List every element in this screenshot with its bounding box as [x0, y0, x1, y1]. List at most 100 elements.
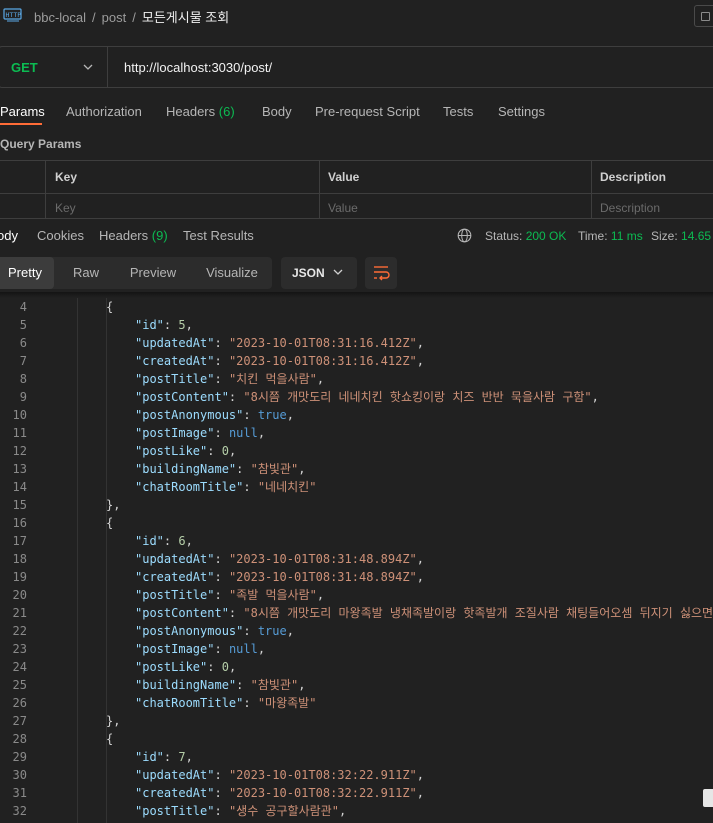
code-token: , [257, 642, 266, 656]
code-line: 30 "updatedAt": "2023-10-01T08:32:22.911Z… [0, 766, 713, 784]
view-visualize-button[interactable]: Visualize [194, 257, 270, 289]
line-number: 25 [12, 678, 27, 692]
url-bar: GET http://localhost:3030/post/ [0, 46, 713, 88]
svg-text:HTTP: HTTP [6, 11, 22, 19]
code-text: "postTitle": "족발 먹을사람", [135, 586, 324, 604]
breadcrumb-separator: / [132, 10, 136, 25]
breadcrumb-folder[interactable]: post [102, 10, 127, 25]
code-token: , [185, 750, 193, 764]
code-token: , [416, 768, 425, 782]
wrap-lines-icon [374, 266, 390, 281]
code-text: "createdAt": "2023-10-01T08:31:16.412Z", [135, 352, 424, 370]
chevron-down-icon[interactable] [83, 63, 93, 71]
response-tab-body[interactable]: ody [0, 228, 18, 243]
breadcrumb: bbc-local / post / 모든게시물 조회 [34, 7, 229, 26]
tab-settings[interactable]: Settings [498, 104, 545, 119]
method-select[interactable]: GET [11, 60, 38, 75]
code-text: "id": 6, [135, 532, 193, 550]
param-value-input[interactable]: Value [328, 201, 358, 215]
code-token: : [207, 660, 222, 674]
code-text: "updatedAt": "2023-10-01T08:31:48.894Z", [135, 550, 424, 568]
code-line: 21 "postContent": "8시쯤 개맛도리 마왕족발 냉채족발이랑 핫… [0, 604, 713, 622]
code-line: 14 "chatRoomTitle": "네네치킨" [0, 478, 713, 496]
wrap-lines-button[interactable] [365, 257, 397, 289]
code-line: 13 "buildingName": "참빛관", [0, 460, 713, 478]
code-token: "id" [135, 750, 164, 764]
code-token: "2023-10-01T08:31:16.412Z" [228, 354, 417, 368]
tab-authorization[interactable]: Authorization [66, 104, 142, 119]
param-description-input[interactable]: Description [600, 201, 660, 215]
code-token: "postLike" [135, 660, 208, 674]
line-number: 23 [12, 642, 27, 656]
code-token: , [228, 444, 237, 458]
response-time[interactable]: Time: 11 ms [578, 229, 643, 243]
code-token: : [236, 678, 251, 692]
code-token: : [214, 786, 229, 800]
response-tab-cookies[interactable]: Cookies [37, 228, 84, 243]
request-name[interactable]: 모든게시물 조회 [142, 10, 229, 25]
line-number: 26 [12, 696, 27, 710]
line-number: 19 [12, 570, 27, 584]
code-token: "id" [135, 534, 164, 548]
response-body-viewer[interactable]: 4{5 "id": 5, 6 "updatedAt": "2023-10-01T08:… [0, 298, 713, 823]
code-text: { [106, 298, 113, 316]
code-token: "chatRoomTitle" [135, 696, 244, 710]
code-token: : [243, 408, 258, 422]
view-preview-button[interactable]: Preview [118, 257, 188, 289]
code-token: null [228, 426, 258, 440]
view-mode-segmented: Pretty Raw Preview Visualize [0, 257, 272, 289]
code-line: 10 "postAnonymous": true, [0, 406, 713, 424]
format-select-label: JSON [292, 266, 325, 280]
code-text: "buildingName": "참빛관", [135, 676, 305, 694]
code-line: 28 { [0, 730, 713, 748]
code-line: 19 "createdAt": "2023-10-01T08:31:48.894Z… [0, 568, 713, 586]
row-divider [0, 193, 713, 194]
code-token: true [257, 408, 287, 422]
tab-body[interactable]: Body [262, 104, 292, 119]
breadcrumb-workspace[interactable]: bbc-local [34, 10, 86, 25]
code-token: : [214, 570, 229, 584]
line-number: 17 [12, 534, 27, 548]
code-token: null [228, 642, 258, 656]
code-token: , [228, 660, 237, 674]
response-tab-headers[interactable]: Headers (9) [99, 228, 168, 243]
code-token: "8시쯤 개맛도리 네네치킨 핫쇼킹이랑 치즈 반반 묵을사람 구함" [243, 390, 592, 404]
code-token: : [214, 768, 229, 782]
url-input[interactable]: http://localhost:3030/post/ [124, 60, 272, 75]
view-raw-button[interactable]: Raw [60, 257, 112, 289]
line-number: 30 [12, 768, 27, 782]
code-token: "postContent" [135, 390, 229, 404]
tab-headers[interactable]: Headers (6) [166, 104, 235, 119]
line-number: 18 [12, 552, 27, 566]
code-line: 23 "postImage": null, [0, 640, 713, 658]
view-pretty-button[interactable]: Pretty [0, 257, 54, 289]
format-select[interactable]: JSON [281, 257, 357, 289]
code-text: { [106, 514, 113, 532]
code-line: 20 "postTitle": "족발 먹을사람", [0, 586, 713, 604]
code-token: "postTitle" [135, 372, 215, 386]
tab-params[interactable]: Params [0, 104, 45, 119]
code-token: }, [106, 498, 121, 512]
code-line: 18 "updatedAt": "2023-10-01T08:31:48.894Z… [0, 550, 713, 568]
tab-pre-request-script[interactable]: Pre-request Script [315, 104, 420, 119]
code-token: : [243, 480, 258, 494]
code-token: : [243, 696, 258, 710]
code-token: : [207, 444, 222, 458]
tab-tests[interactable]: Tests [443, 104, 473, 119]
save-icon[interactable] [694, 5, 713, 27]
code-text: "buildingName": "참빛관", [135, 460, 305, 478]
response-tab-test-results[interactable]: Test Results [183, 228, 254, 243]
param-key-input[interactable]: Key [55, 201, 76, 215]
line-number: 9 [19, 390, 27, 404]
code-token: 5 [178, 318, 186, 332]
response-size[interactable]: Size: 14.65 K [651, 229, 713, 243]
code-token: : [214, 804, 229, 818]
code-token: { [106, 300, 114, 314]
code-token: { [106, 732, 114, 746]
globe-icon[interactable] [457, 228, 472, 243]
code-token: , [286, 408, 294, 422]
response-status: Status: 200 OK [485, 229, 567, 243]
code-token: : [163, 750, 179, 764]
code-token: : [214, 642, 229, 656]
code-token: "치킨 먹을사람" [228, 372, 317, 386]
